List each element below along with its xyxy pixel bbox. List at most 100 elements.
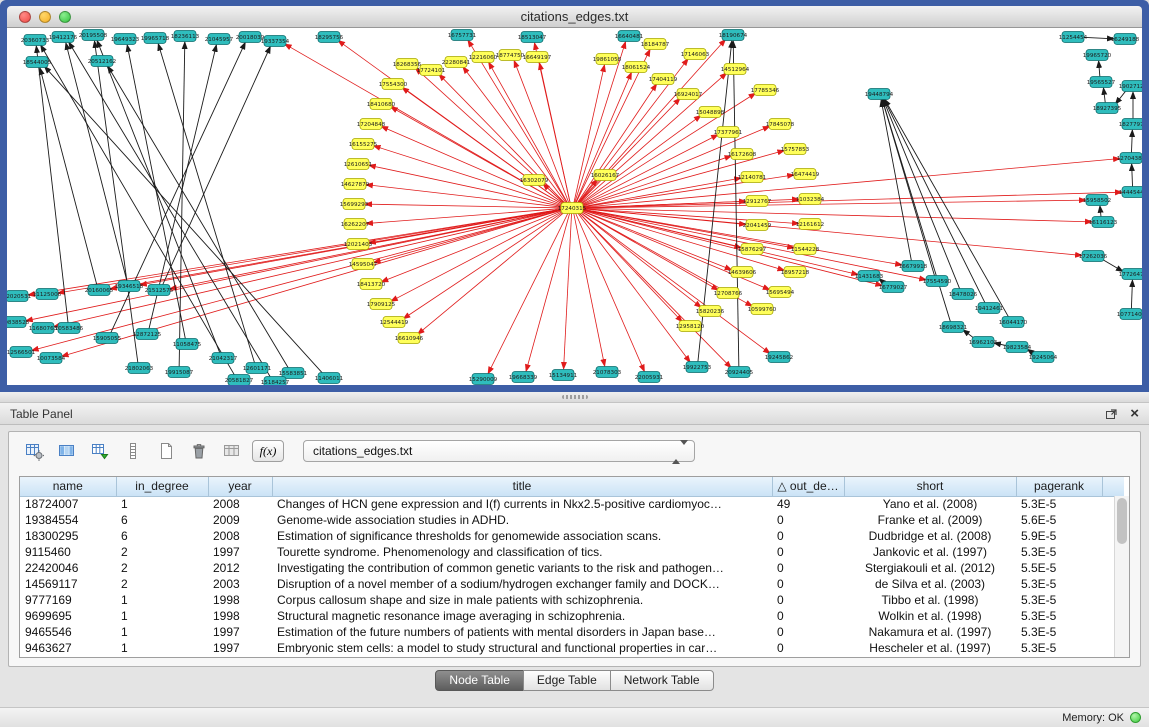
network-node[interactable]: 18513047 <box>518 32 547 43</box>
network-node[interactable]: 15905055 <box>93 333 122 344</box>
network-node[interactable]: 14627879 <box>341 179 370 190</box>
table-row[interactable]: 22420046 2 2012 Investigating the contri… <box>20 560 1124 576</box>
network-node[interactable]: 17554300 <box>379 79 408 90</box>
network-node[interactable]: 19965720 <box>1083 50 1112 61</box>
network-node[interactable]: 14445442 <box>1119 187 1142 198</box>
tab-node-table[interactable]: Node Table <box>435 670 524 691</box>
table-settings-icon[interactable] <box>21 438 47 464</box>
network-node[interactable]: 18413720 <box>357 279 386 290</box>
network-node[interactable]: 19823584 <box>1003 342 1032 353</box>
network-node[interactable]: 19245064 <box>1029 352 1058 363</box>
network-node[interactable]: 16679918 <box>899 261 928 272</box>
table-row[interactable]: 9465546 1 1997 Estimation of the future … <box>20 624 1124 640</box>
network-node[interactable]: 19346518 <box>115 281 144 292</box>
network-node[interactable]: 16610946 <box>395 333 424 344</box>
tab-edge-table[interactable]: Edge Table <box>523 670 611 691</box>
resize-grip[interactable] <box>562 395 588 399</box>
network-node[interactable]: 15757853 <box>781 144 810 155</box>
network-node[interactable]: 17554590 <box>923 276 952 287</box>
delete-column-icon[interactable] <box>186 438 212 464</box>
network-node[interactable]: 19915087 <box>165 367 194 378</box>
network-node[interactable]: 11680763 <box>29 323 58 334</box>
network-node[interactable]: 20512162 <box>88 56 116 67</box>
table-row[interactable]: 9777169 1 1998 Corpus callosum shape and… <box>20 592 1124 608</box>
network-node[interactable]: 22041459 <box>743 220 772 231</box>
column-header-short[interactable]: short <box>844 477 1016 496</box>
tab-network-table[interactable]: Network Table <box>610 670 714 691</box>
network-node[interactable]: 11032384 <box>796 194 825 205</box>
zoom-button[interactable] <box>59 11 71 23</box>
network-node[interactable]: 17724101 <box>417 65 446 76</box>
network-node[interactable]: 19027121 <box>1119 81 1142 92</box>
network-node[interactable]: 15876297 <box>738 244 767 255</box>
network-node[interactable]: 15184257 <box>261 377 290 386</box>
row-selector-icon[interactable] <box>120 438 146 464</box>
network-node[interactable]: 21042317 <box>209 353 238 364</box>
network-node[interactable]: 16026167 <box>591 170 620 181</box>
network-node[interactable]: 19448794 <box>865 89 894 100</box>
network-node[interactable]: 16155275 <box>349 139 378 150</box>
network-node[interactable]: 20581827 <box>225 375 254 386</box>
network-node[interactable]: 12216060 <box>469 52 498 63</box>
network-node[interactable]: 12601171 <box>243 363 272 374</box>
network-node[interactable]: 15290009 <box>469 374 498 385</box>
network-node[interactable]: 19965718 <box>141 33 170 44</box>
network-node[interactable]: 17262036 <box>1079 251 1108 262</box>
network-node[interactable]: 20195508 <box>79 30 108 41</box>
network-node[interactable]: 12140781 <box>738 172 767 183</box>
create-column-icon[interactable] <box>87 438 113 464</box>
table-row[interactable]: 19384554 6 2009 Genome-wide association … <box>20 512 1124 528</box>
network-node[interactable]: 14512964 <box>721 64 750 75</box>
network-node[interactable]: 22005931 <box>635 372 664 383</box>
network-node[interactable]: 10599760 <box>748 304 777 315</box>
network-node[interactable]: 19337354 <box>261 36 290 47</box>
table-select-dropdown[interactable]: citations_edges.txt <box>303 440 695 462</box>
network-node[interactable]: 18184787 <box>641 39 670 50</box>
network-node[interactable]: 20160065 <box>85 285 114 296</box>
network-node[interactable]: 21045957 <box>205 34 234 45</box>
network-node[interactable]: 16649197 <box>523 52 552 63</box>
network-node[interactable]: 15695494 <box>766 287 795 298</box>
network-node[interactable]: 10771405 <box>1117 309 1142 320</box>
column-header-year[interactable]: year <box>208 477 272 496</box>
network-node[interactable]: 11125006 <box>33 289 62 300</box>
function-builder-button[interactable]: f(x) <box>252 440 284 462</box>
network-node[interactable]: 18957218 <box>781 267 810 278</box>
table-row[interactable]: 14569117 2 2003 Disruption of a novel me… <box>20 576 1124 592</box>
network-node[interactable]: 15820236 <box>696 306 725 317</box>
network-node[interactable]: 14639606 <box>728 267 757 278</box>
network-node[interactable]: 17204848 <box>357 119 386 130</box>
network-node[interactable]: 18410680 <box>367 99 396 110</box>
table-row[interactable]: 18300295 6 2008 Estimation of significan… <box>20 528 1124 544</box>
network-node[interactable]: 21512575 <box>145 285 174 296</box>
table-scrollbar-thumb[interactable] <box>1117 498 1127 544</box>
network-node[interactable]: 18478026 <box>949 289 978 300</box>
network-node[interactable]: 22280841 <box>442 57 471 68</box>
column-header-name[interactable]: name <box>20 477 116 496</box>
network-node[interactable]: 18544005 <box>23 57 52 68</box>
network-node[interactable]: 16172608 <box>728 149 757 160</box>
network-node[interactable]: 17726476 <box>1119 269 1142 280</box>
close-button[interactable] <box>19 11 31 23</box>
network-node[interactable]: 19412461 <box>975 303 1004 314</box>
network-node[interactable]: 12912767 <box>743 196 772 207</box>
column-header-pagerank[interactable]: pagerank <box>1016 477 1102 496</box>
network-node[interactable]: 18927395 <box>1093 103 1122 114</box>
network-node[interactable]: 17146063 <box>681 49 710 60</box>
network-node[interactable]: 16262207 <box>341 219 370 230</box>
network-node[interactable]: 17909125 <box>367 299 396 310</box>
network-window-titlebar[interactable]: citations_edges.txt <box>7 6 1142 28</box>
minimize-button[interactable] <box>39 11 51 23</box>
table-scrollbar[interactable] <box>1114 496 1129 657</box>
network-node[interactable]: 18295756 <box>315 32 344 43</box>
network-node[interactable]: 17845078 <box>766 119 795 130</box>
network-node[interactable]: 11544228 <box>791 244 820 255</box>
network-graph[interactable]: 1724031518268356175543001841068017204848… <box>7 28 1142 385</box>
network-node[interactable]: 11406011 <box>315 373 344 384</box>
table-row[interactable]: 9463627 1 1997 Embryonic stem cells: a m… <box>20 640 1124 656</box>
network-node[interactable]: 17785346 <box>751 85 780 96</box>
show-columns-icon[interactable] <box>54 438 80 464</box>
network-node[interactable]: 17240315 <box>558 203 587 214</box>
network-canvas[interactable]: 1724031518268356175543001841068017204848… <box>7 28 1142 385</box>
network-node[interactable]: 19412176 <box>49 32 78 43</box>
